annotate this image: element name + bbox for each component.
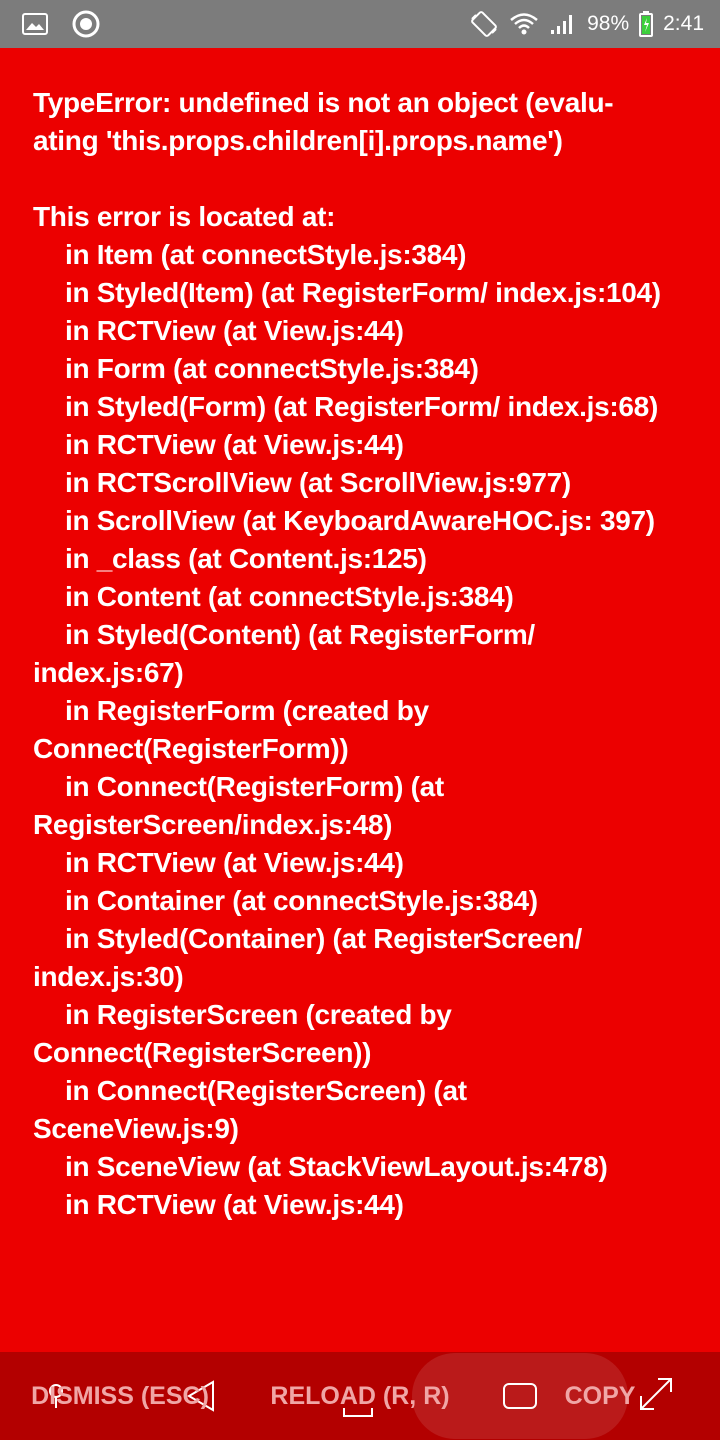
clock: 2:41 [663,12,704,35]
reload-button[interactable]: RELOAD (R, R) [240,1380,480,1412]
stack-line: in Styled(Form) (at RegisterForm/ index.… [65,391,658,422]
stack-line: in ScrollView (at KeyboardAwareHOC.js: 3… [65,505,655,536]
stack-line: in RegisterForm (created by Connect(Regi… [33,695,429,764]
dismiss-button[interactable]: DISMISS (ESC) [0,1380,240,1412]
stack-line: in SceneView (at StackViewLayout.js:478) [65,1151,608,1182]
stack-line: in Item (at connectStyle.js:384) [65,239,467,270]
battery-icon [639,11,654,37]
stack-line: in Connect(RegisterForm) (at RegisterScr… [33,771,444,840]
error-message: TypeError: undefined is not an object (e… [33,87,614,156]
stack-line: in RCTView (at View.js:44) [65,315,404,346]
image-icon [22,13,48,35]
stack-line: in RegisterScreen (created by Connect(Re… [33,999,452,1068]
stack-line: in Styled(Content) (at RegisterForm/ ind… [33,619,535,688]
rotate-icon [469,9,499,39]
stack-line: in Connect(RegisterScreen) (at SceneView… [33,1075,467,1144]
stack-line: in RCTScrollView (at ScrollView.js:977) [65,467,571,498]
component-stack: This error is located at: in Item (at con… [33,198,673,1224]
stack-line: in RCTView (at View.js:44) [65,847,404,878]
stack-line: in Styled(Container) (at RegisterScreen/… [33,923,583,992]
stack-line: in Form (at connectStyle.js:384) [65,353,479,384]
stack-line: in _class (at Content.js:125) [65,543,427,574]
wifi-icon [509,11,539,37]
copy-button[interactable]: COPY [480,1380,720,1412]
stack-line: in Styled(Item) (at RegisterForm/ index.… [65,277,661,308]
error-screen: TypeError: undefined is not an object (e… [0,48,720,1352]
stack-line: in Container (at connectStyle.js:384) [65,885,538,916]
signal-icon [549,12,577,36]
battery-percent: 98% [587,12,630,35]
stack-line: in Content (at connectStyle.js:384) [65,581,514,612]
stack-line: in RCTView (at View.js:44) [65,429,404,460]
status-bar: 98% 2:41 [0,0,720,48]
error-scroll-view[interactable]: TypeError: undefined is not an object (e… [33,84,673,1326]
stack-line: in RCTView (at View.js:44) [65,1189,404,1220]
circle-icon [72,10,100,38]
stack-line: This error is located at: [33,201,336,232]
